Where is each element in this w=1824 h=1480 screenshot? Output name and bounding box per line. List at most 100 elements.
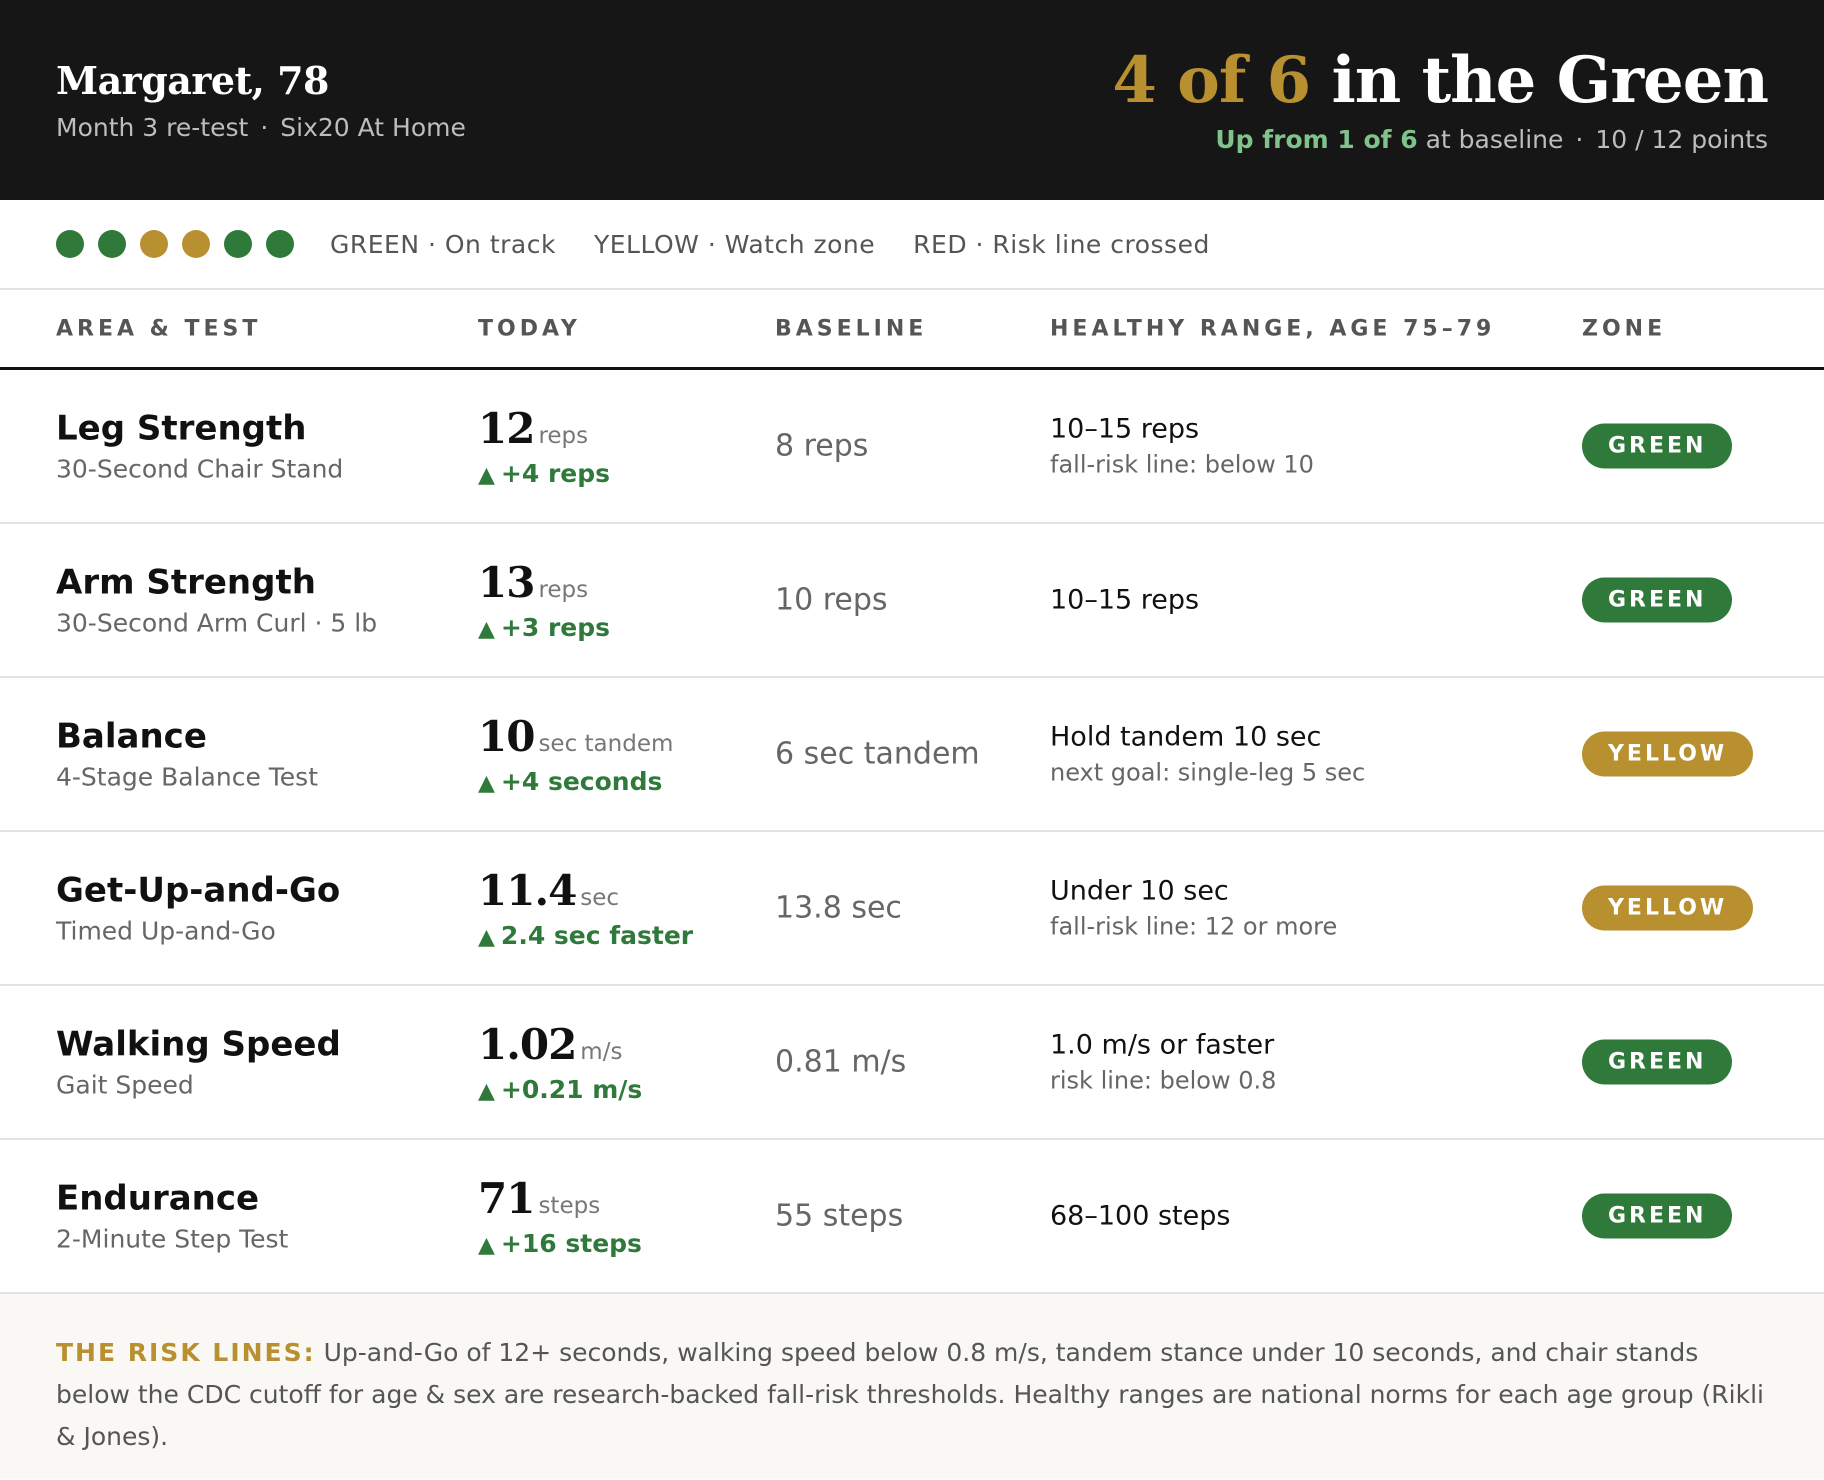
risk-lines-footnote: THE RISK LINES: Up-and-Go of 12+ seconds… <box>0 1294 1824 1478</box>
area-cell: Get-Up-and-Go Timed Up-and-Go <box>56 871 340 946</box>
table-row: Arm Strength 30-Second Arm Curl · 5 lb 13 r… <box>0 524 1824 678</box>
range-note: fall-risk line: below 10 <box>1050 450 1314 479</box>
change-value: +16 steps <box>500 1229 642 1258</box>
healthy-range: 1.0 m/s or faster <box>1050 1029 1275 1061</box>
score-block: 4 of 6 in the Green Up from 1 of 6 at ba… <box>1112 43 1769 154</box>
range-cell: Under 10 sec fall-risk line: 12 or more <box>1050 876 1337 941</box>
up-triangle-icon: ▲ <box>478 617 495 642</box>
zone-dot <box>266 230 294 258</box>
range-cell: 10–15 reps <box>1050 585 1199 616</box>
today-cell: 1.02 m/s ▲ +0.21 m/s <box>478 1020 642 1104</box>
test-name: 30-Second Arm Curl · 5 lb <box>56 608 378 638</box>
score-subtitle: Up from 1 of 6 at baseline · 10 / 12 point… <box>1112 125 1768 154</box>
zone-cell: YELLOW <box>1582 731 1754 777</box>
zone-cell: GREEN <box>1582 577 1733 623</box>
healthy-range: 10–15 reps <box>1050 584 1200 616</box>
score-title: 4 of 6 in the Green <box>1112 43 1769 119</box>
area-cell: Endurance 2-Minute Step Test <box>56 1179 288 1254</box>
zone-cell: YELLOW <box>1582 885 1754 931</box>
patient-block: Margaret, 78 Month 3 re-test · Six20 At Ho… <box>56 58 466 142</box>
column-header-today: TODAY <box>478 316 581 341</box>
results-table: Leg Strength 30-Second Chair Stand 12 reps ▲… <box>0 370 1824 1294</box>
change-indicator: ▲ +4 seconds <box>478 767 673 796</box>
separator: · <box>260 113 269 142</box>
today-cell: 10 sec tandem ▲ +4 seconds <box>478 712 673 796</box>
zone-dot <box>98 230 126 258</box>
change-value: +3 reps <box>500 613 611 642</box>
points-text: 10 / 12 points <box>1595 124 1768 154</box>
zone-badge: YELLOW <box>1582 731 1754 777</box>
today-unit: reps <box>538 423 589 449</box>
change-value: +4 reps <box>500 459 611 488</box>
zone-dot <box>56 230 84 258</box>
today-unit: sec tandem <box>538 731 674 757</box>
today-unit: reps <box>538 577 589 603</box>
test-name: 30-Second Chair Stand <box>56 454 344 484</box>
today-unit: steps <box>538 1193 601 1219</box>
up-triangle-icon: ▲ <box>478 1233 495 1258</box>
column-header-range: HEALTHY RANGE, AGE 75–79 <box>1050 316 1496 341</box>
range-note: risk line: below 0.8 <box>1050 1066 1277 1095</box>
baseline-value: 8 reps <box>775 428 869 464</box>
today-cell: 12 reps ▲ +4 reps <box>478 404 610 488</box>
test-name: 4-Stage Balance Test <box>56 762 318 792</box>
area-cell: Walking Speed Gait Speed <box>56 1025 341 1100</box>
area-cell: Arm Strength 30-Second Arm Curl · 5 lb <box>56 563 377 638</box>
today-value: 71 <box>478 1174 535 1223</box>
change-indicator: ▲ +0.21 m/s <box>478 1075 642 1104</box>
baseline-value: 10 reps <box>775 582 888 618</box>
zone-dots <box>56 230 294 258</box>
zone-dot <box>140 230 168 258</box>
healthy-range: 68–100 steps <box>1050 1200 1231 1232</box>
up-triangle-icon: ▲ <box>478 1079 495 1104</box>
improvement-text: Up from 1 of 6 <box>1215 124 1418 154</box>
table-row: Endurance 2-Minute Step Test 71 steps ▲ +16 s… <box>0 1140 1824 1294</box>
zone-cell: GREEN <box>1582 1039 1733 1085</box>
today-value: 13 <box>478 558 535 607</box>
up-triangle-icon: ▲ <box>478 771 495 796</box>
range-cell: 68–100 steps <box>1050 1201 1230 1232</box>
table-row: Get-Up-and-Go Timed Up-and-Go 11.4 sec ▲ 2.4 … <box>0 832 1824 986</box>
column-header-area: AREA & TEST <box>56 316 262 341</box>
area-name: Walking Speed <box>56 1024 341 1065</box>
today-cell: 11.4 sec ▲ 2.4 sec faster <box>478 866 693 950</box>
today-value: 10 <box>478 712 535 761</box>
score-label: in the Green <box>1310 43 1769 119</box>
program-name: Six20 At Home <box>280 113 466 142</box>
zone-badge: YELLOW <box>1582 885 1754 931</box>
separator: · <box>1575 124 1584 154</box>
report-header: Margaret, 78 Month 3 re-test · Six20 At Ho… <box>0 0 1824 200</box>
range-note: fall-risk line: 12 or more <box>1050 912 1338 941</box>
table-row: Balance 4-Stage Balance Test 10 sec tandem ▲… <box>0 678 1824 832</box>
range-cell: 10–15 reps fall-risk line: below 10 <box>1050 414 1314 479</box>
column-header-zone: ZONE <box>1582 316 1667 341</box>
test-session: Month 3 re-test <box>56 113 249 142</box>
table-header: AREA & TEST TODAY BASELINE HEALTHY RANGE… <box>0 290 1824 370</box>
zone-badge: GREEN <box>1582 1193 1733 1239</box>
today-unit: sec <box>580 885 620 911</box>
zone-cell: GREEN <box>1582 1193 1733 1239</box>
today-cell: 13 reps ▲ +3 reps <box>478 558 610 642</box>
healthy-range: 10–15 reps <box>1050 413 1200 445</box>
baseline-text: at baseline <box>1417 124 1564 154</box>
column-header-baseline: BASELINE <box>775 316 928 341</box>
area-name: Get-Up-and-Go <box>56 870 341 911</box>
change-value: +4 seconds <box>500 767 663 796</box>
today-value: 11.4 <box>478 866 577 915</box>
zone-badge: GREEN <box>1582 423 1733 469</box>
area-cell: Leg Strength 30-Second Chair Stand <box>56 409 343 484</box>
today-cell: 71 steps ▲ +16 steps <box>478 1174 642 1258</box>
legend-yellow: YELLOW · Watch zone <box>593 229 876 259</box>
area-name: Leg Strength <box>56 408 307 449</box>
change-value: +0.21 m/s <box>500 1075 643 1104</box>
today-value: 12 <box>478 404 535 453</box>
healthy-range: Under 10 sec <box>1050 875 1229 907</box>
test-name: Timed Up-and-Go <box>56 916 276 946</box>
today-value: 1.02 <box>478 1020 577 1069</box>
legend-green: GREEN · On track <box>330 229 556 259</box>
table-row: Walking Speed Gait Speed 1.02 m/s ▲ +0.21 m/s… <box>0 986 1824 1140</box>
zone-dot <box>224 230 252 258</box>
range-note: next goal: single-leg 5 sec <box>1050 758 1366 787</box>
healthy-range: Hold tandem 10 sec <box>1050 721 1322 753</box>
change-indicator: ▲ 2.4 sec faster <box>478 921 693 950</box>
